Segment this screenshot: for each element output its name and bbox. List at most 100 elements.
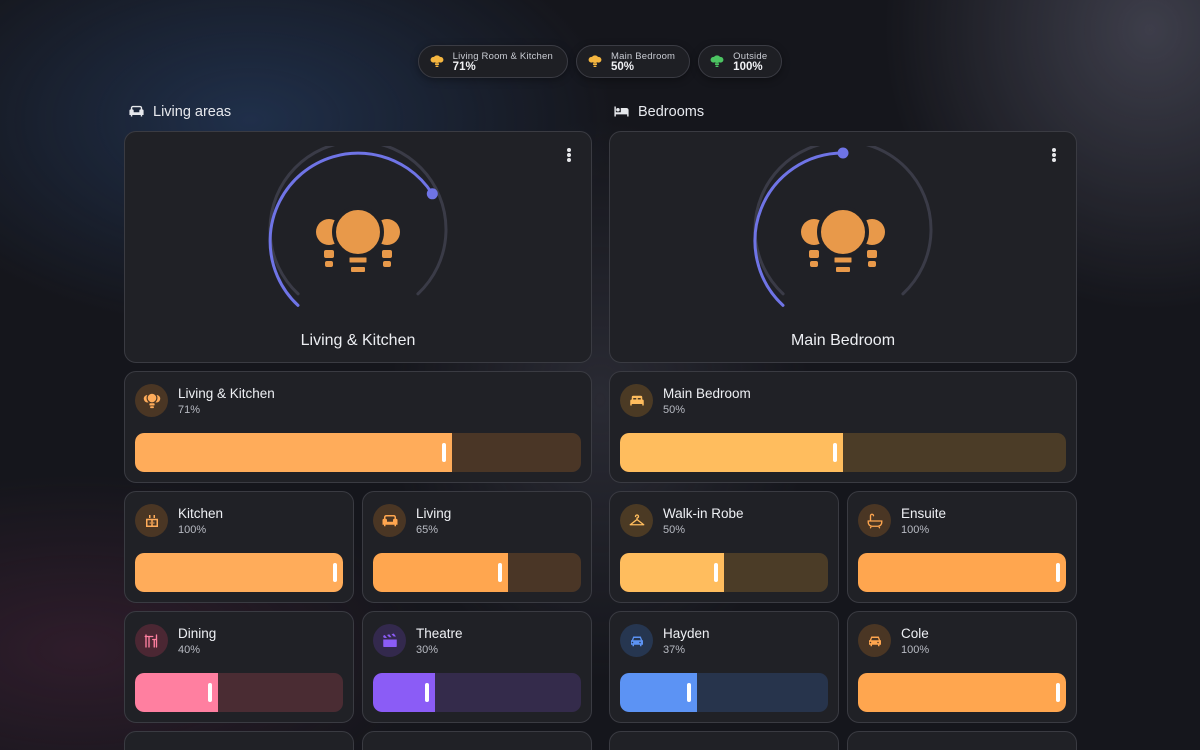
gauge-knob[interactable] [426,188,438,200]
slider-handle[interactable] [714,563,718,582]
tile-percent: 71% [178,403,201,416]
status-pill-value: 100% [733,60,763,73]
status-pill-living-room-kitchen[interactable]: Living Room & Kitchen 71% [417,45,568,78]
light-tile-dining[interactable]: Dining 40% [124,611,354,723]
light-tile-cole[interactable]: Cole 100% [847,611,1077,723]
hero-label: Living & Kitchen [300,332,416,349]
light-tile-main-bedroom[interactable]: Main Bedroom 50% [609,371,1077,483]
light-tile-partial[interactable] [609,731,839,750]
brightness-slider[interactable] [373,553,581,592]
section-title-text: Living areas [153,103,232,120]
slider-handle[interactable] [833,443,837,462]
gauge-knob[interactable] [837,147,849,159]
slider-fill [858,553,1066,592]
status-pill-main-bedroom[interactable]: Main Bedroom 50% [575,45,691,78]
brightness-slider[interactable] [858,673,1066,712]
brightness-slider[interactable] [620,673,828,712]
light-tile-hayden[interactable]: Hayden 37% [609,611,839,723]
clapperboard-icon [373,624,406,657]
section-title-text: Bedrooms [638,103,705,120]
bed-icon [620,384,653,417]
light-tile-living-kitchen[interactable]: Living & Kitchen 71% [124,371,592,483]
slider-handle[interactable] [333,563,337,582]
tile-percent: 40% [178,643,201,656]
light-tile-walk-in-robe[interactable]: Walk-in Robe 50% [609,491,839,603]
multi-bulb-icon [801,206,885,274]
bathtub-icon [858,504,891,537]
slider-fill [858,673,1066,712]
hanger-icon [620,504,653,537]
status-pill-name: Living Room & Kitchen [452,50,553,62]
section-title-living-areas: Living areas [128,103,231,120]
tile-name: Living & Kitchen [178,385,275,401]
brightness-slider[interactable] [135,673,343,712]
light-tile-kitchen[interactable]: Kitchen 100% [124,491,354,603]
tile-percent: 50% [663,403,686,416]
brightness-slider[interactable] [135,433,581,472]
multi-bulb-icon [709,54,725,70]
slider-fill [620,673,697,712]
slider-handle[interactable] [425,683,430,702]
status-pill-value: 50% [610,60,635,73]
sofa-icon [373,504,406,537]
tile-percent: 100% [178,523,207,536]
bed-icon [614,106,629,117]
slider-fill [620,433,843,472]
brightness-slider[interactable] [858,553,1066,592]
multi-bulb-icon [587,54,603,70]
more-menu-icon[interactable] [1048,146,1060,164]
light-tile-living[interactable]: Living 65% [362,491,592,603]
status-pill-name: Outside [733,50,768,62]
tile-name: Cole [901,625,929,641]
tile-name: Theatre [416,625,463,641]
brightness-gauge[interactable] [748,146,938,336]
light-tile-partial[interactable] [362,731,592,750]
slider-fill [135,553,343,592]
status-pill-value: 71% [452,60,476,73]
status-pill-outside[interactable]: Outside 100% [698,45,783,78]
slider-handle[interactable] [208,683,213,702]
slider-fill [135,433,452,472]
status-pill-name: Main Bedroom [610,50,676,62]
slider-handle[interactable] [441,443,446,462]
tile-name: Kitchen [178,505,224,521]
brightness-slider[interactable] [135,553,343,592]
hero-label: Main Bedroom [790,332,896,349]
light-tile-partial[interactable] [847,731,1077,750]
multi-bulb-icon [316,206,400,274]
brightness-slider[interactable] [620,553,828,592]
tile-percent: 100% [901,523,930,536]
section-title-bedrooms: Bedrooms [613,103,704,120]
tile-percent: 30% [416,643,439,656]
more-menu-icon[interactable] [563,146,575,164]
kitchen-icon [135,504,168,537]
tile-name: Main Bedroom [663,385,751,401]
slider-fill [135,673,219,712]
slider-handle[interactable] [686,683,691,702]
tile-percent: 100% [901,643,930,656]
tile-percent: 37% [663,643,686,656]
light-tile-ensuite[interactable]: Ensuite 100% [847,491,1077,603]
multi-bulb-icon [135,384,168,417]
brightness-gauge[interactable] [263,146,453,336]
tile-name: Dining [178,625,217,641]
tile-name: Hayden [663,625,710,641]
tile-name: Walk-in Robe [663,505,744,521]
slider-handle[interactable] [1056,563,1060,582]
tile-percent: 50% [663,523,686,536]
slider-fill [373,553,509,592]
tile-name: Living [416,505,452,521]
slider-handle[interactable] [1056,683,1060,702]
light-tile-theatre[interactable]: Theatre 30% [362,611,592,723]
brightness-slider[interactable] [373,673,581,712]
slider-handle[interactable] [498,563,503,582]
hero-card-living-kitchen[interactable]: Living & Kitchen [124,131,592,363]
tile-percent: 65% [416,523,439,536]
slider-fill [620,553,724,592]
status-pills: Living Room & Kitchen 71% Main Bedroom 50%… [0,45,1200,78]
car-icon [858,624,891,657]
hero-card-main-bedroom[interactable]: Main Bedroom [609,131,1077,363]
brightness-slider[interactable] [620,433,1066,472]
dining-table-icon [135,624,168,657]
light-tile-partial[interactable] [124,731,354,750]
